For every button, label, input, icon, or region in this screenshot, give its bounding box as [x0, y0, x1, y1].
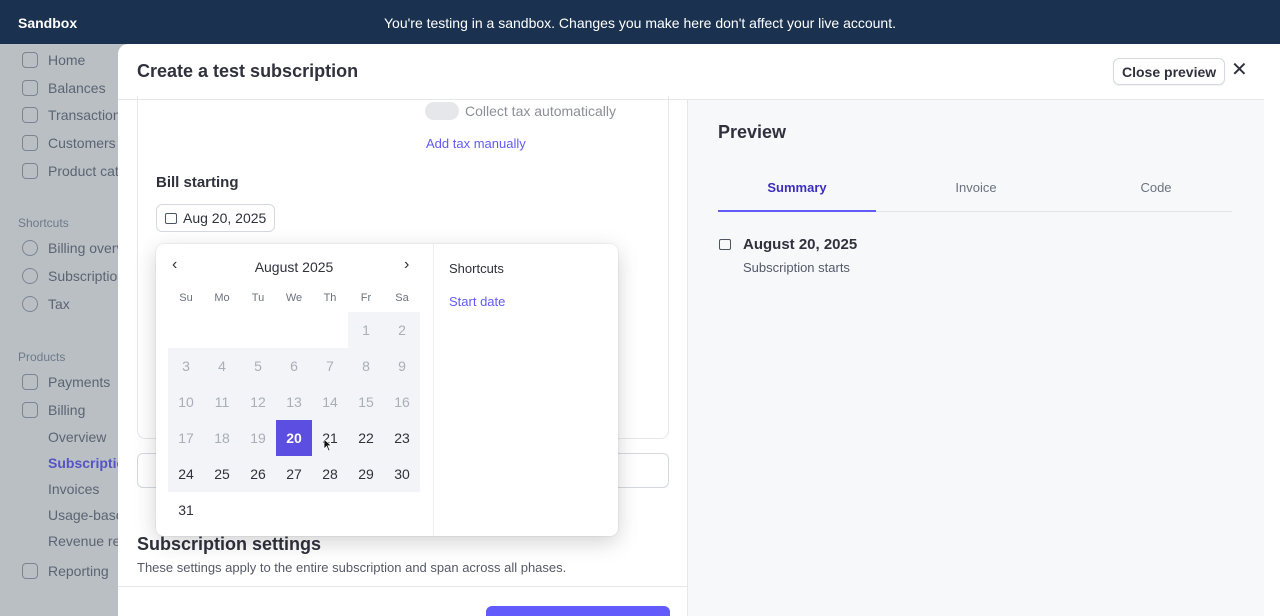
- weekday-label: Tu: [251, 292, 265, 304]
- modal-backdrop[interactable]: [0, 44, 130, 616]
- calendar-day: 2: [384, 312, 420, 348]
- tab-summary[interactable]: Summary: [718, 180, 876, 195]
- calendar-day[interactable]: 29: [348, 456, 384, 492]
- sandbox-message: You're testing in a sandbox. Changes you…: [383, 15, 896, 31]
- preview-start-date: August 20, 2025: [743, 236, 858, 253]
- calendar-day: 9: [384, 348, 420, 384]
- preview-tabs: Summary Invoice Code: [718, 164, 1232, 212]
- calendar-day: 17: [168, 420, 204, 456]
- weekday-label: Sa: [395, 292, 409, 304]
- weekday-label: Mo: [214, 292, 230, 304]
- chevron-right-icon[interactable]: ›: [404, 256, 409, 274]
- calendar-day: 18: [204, 420, 240, 456]
- calendar-month-label: August 2025: [254, 259, 334, 275]
- calendar-day: 13: [276, 384, 312, 420]
- weekday-label: Su: [179, 292, 193, 304]
- calendar-day: 12: [240, 384, 276, 420]
- collect-tax-label: Collect tax automatically: [465, 103, 616, 119]
- calendar-day-selected[interactable]: 20: [276, 420, 312, 456]
- add-tax-manually-link[interactable]: Add tax manually: [426, 136, 526, 151]
- bill-starting-date-value: Aug 20, 2025: [183, 210, 267, 226]
- calendar-day: 7: [312, 348, 348, 384]
- modal-title: Create a test subscription: [137, 61, 359, 81]
- calendar-day: 10: [168, 384, 204, 420]
- sandbox-banner: Sandbox You're testing in a sandbox. Cha…: [0, 0, 1280, 44]
- calendar-icon: [165, 212, 177, 224]
- date-picker-popover: ‹ August 2025 › Su Mo Tu We Th Fr Sa 1 2 3 4 5 6 7 8 9 1…: [156, 244, 618, 536]
- subscription-settings-description: These settings apply to the entire subsc…: [137, 560, 567, 575]
- shortcut-start-date[interactable]: Start date: [449, 294, 505, 309]
- calendar-day[interactable]: 25: [204, 456, 240, 492]
- calendar-day: 19: [240, 420, 276, 456]
- divider: [118, 586, 688, 587]
- calendar-day[interactable]: 30: [384, 456, 420, 492]
- calendar-day: 15: [348, 384, 384, 420]
- calendar-day: 14: [312, 384, 348, 420]
- tab-invoice[interactable]: Invoice: [897, 180, 1055, 195]
- calendar-day[interactable]: 27: [276, 456, 312, 492]
- calendar: ‹ August 2025 › Su Mo Tu We Th Fr Sa 1 2 3 4 5 6 7 8 9 1…: [156, 244, 432, 536]
- shortcuts-title: Shortcuts: [449, 261, 504, 276]
- calendar-day: 8: [348, 348, 384, 384]
- close-icon[interactable]: ✕: [1231, 60, 1248, 80]
- calendar-day: 16: [384, 384, 420, 420]
- calendar-day[interactable]: 31: [168, 492, 204, 528]
- calendar-day[interactable]: 28: [312, 456, 348, 492]
- calendar-icon: [719, 239, 731, 250]
- preview-panel: Preview Summary Invoice Code August 20, …: [688, 100, 1264, 616]
- schedule-subscription-button[interactable]: [486, 606, 670, 616]
- calendar-day: 1: [348, 312, 384, 348]
- weekday-label: Th: [323, 292, 337, 304]
- preview-title: Preview: [718, 122, 787, 142]
- calendar-day: 3: [168, 348, 204, 384]
- calendar-day: 11: [204, 384, 240, 420]
- close-preview-button[interactable]: Close preview: [1113, 58, 1226, 85]
- subscription-settings-title: Subscription settings: [137, 534, 322, 554]
- calendar-day[interactable]: 26: [240, 456, 276, 492]
- calendar-day[interactable]: 22: [348, 420, 384, 456]
- bill-starting-date-button[interactable]: Aug 20, 2025: [156, 204, 276, 232]
- date-shortcuts: Shortcuts Start date: [433, 244, 618, 536]
- modal-header: Create a test subscription Close preview…: [118, 44, 1264, 100]
- bill-starting-label: Bill starting: [156, 174, 239, 191]
- weekday-label: We: [285, 292, 303, 304]
- calendar-day[interactable]: 23: [384, 420, 420, 456]
- collect-tax-toggle[interactable]: [425, 102, 459, 120]
- calendar-day[interactable]: 24: [168, 456, 204, 492]
- preview-start-caption: Subscription starts: [743, 260, 850, 275]
- calendar-day: 4: [204, 348, 240, 384]
- tab-code[interactable]: Code: [1077, 180, 1235, 195]
- mouse-cursor-icon: [323, 438, 333, 452]
- weekday-label: Fr: [360, 292, 372, 304]
- calendar-day: 5: [240, 348, 276, 384]
- calendar-day: 6: [276, 348, 312, 384]
- active-tab-indicator: [718, 210, 876, 212]
